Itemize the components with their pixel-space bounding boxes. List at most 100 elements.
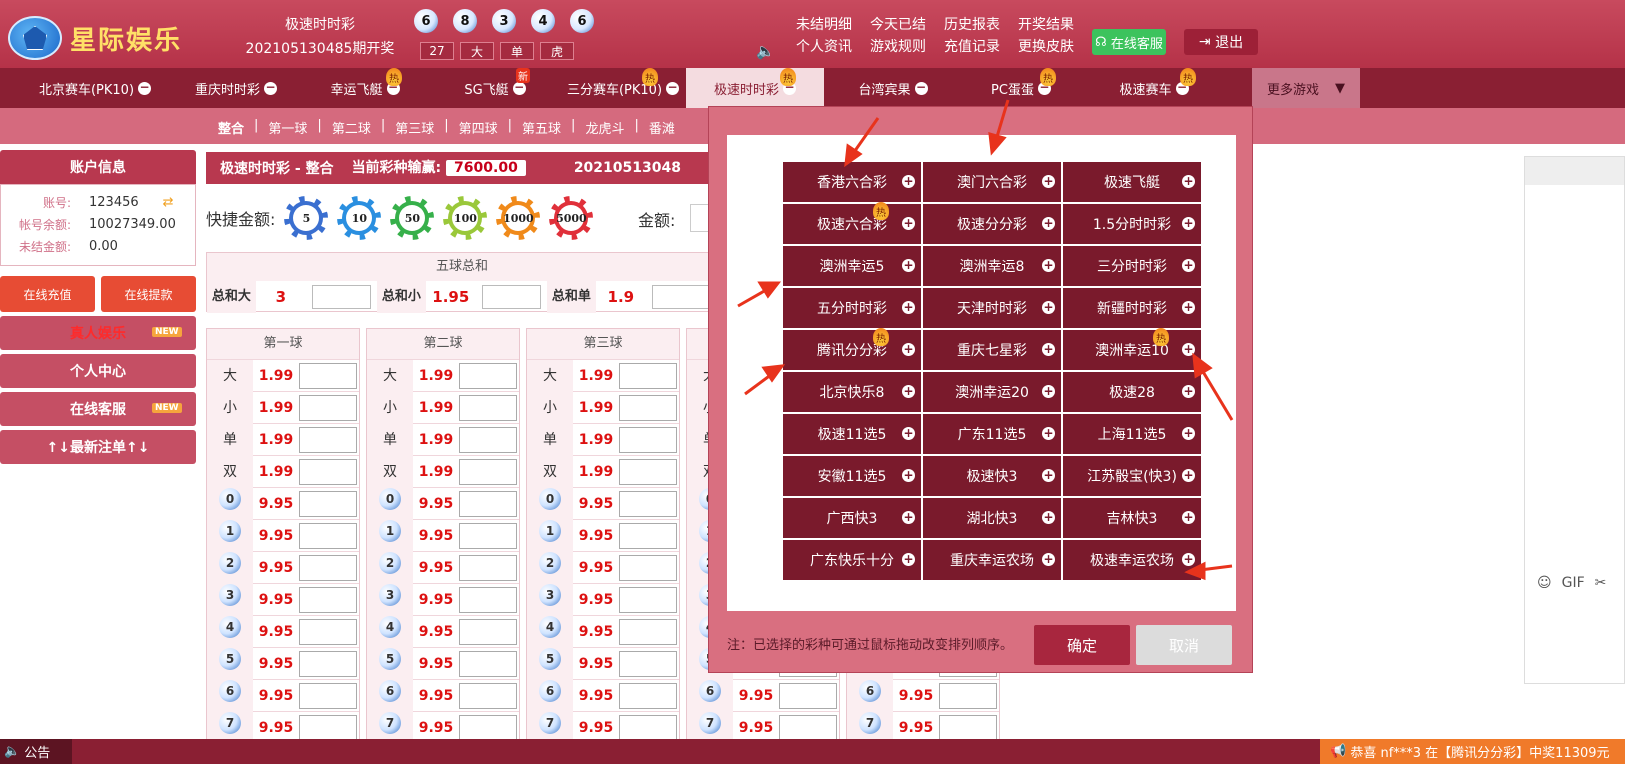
amount-input[interactable] (690, 204, 710, 232)
sub-nav-item[interactable]: 第一球 (268, 118, 307, 137)
sidebar-menu-item[interactable]: 真人娱乐 NEW (0, 316, 196, 350)
plus-circle-icon[interactable]: + (902, 301, 915, 314)
chip-10[interactable]: 10 (337, 196, 382, 240)
game-option[interactable]: 湖北快3 + (923, 498, 1061, 538)
game-option[interactable]: 极速六合彩热 + (783, 202, 921, 244)
bet-input[interactable] (459, 714, 517, 741)
game-option[interactable]: 广西快3 + (783, 498, 921, 538)
game-option[interactable]: 北京快乐8 + (783, 372, 921, 412)
plus-circle-icon[interactable]: + (1182, 427, 1195, 440)
top-link[interactable]: 充值记录 (944, 36, 1000, 56)
top-link[interactable]: 今天已结 (870, 14, 926, 34)
game-option[interactable]: 极速幸运农场 + (1063, 540, 1201, 580)
plus-circle-icon[interactable]: + (902, 469, 915, 482)
plus-circle-icon[interactable]: + (902, 175, 915, 188)
plus-circle-icon[interactable]: + (1182, 511, 1195, 524)
scissors-icon[interactable]: ✂ (1595, 575, 1607, 591)
sum-bet-input[interactable] (481, 285, 541, 309)
game-option[interactable]: 广东快乐十分 + (783, 540, 921, 580)
bet-input[interactable] (299, 458, 357, 485)
recharge-button[interactable]: 在线充值 (0, 276, 95, 312)
plus-circle-icon[interactable]: + (902, 259, 915, 272)
plus-circle-icon[interactable]: + (902, 343, 915, 356)
bet-input[interactable] (299, 362, 357, 389)
top-link[interactable]: 个人资讯 (796, 36, 852, 56)
minus-circle-icon[interactable]: − (264, 81, 277, 95)
bet-input[interactable] (939, 714, 997, 741)
bet-input[interactable] (299, 586, 357, 613)
bet-input[interactable] (459, 458, 517, 485)
plus-circle-icon[interactable]: + (1182, 217, 1195, 230)
game-option[interactable]: 安徽11选5 + (783, 456, 921, 496)
sub-nav-item[interactable]: 第五球 (522, 118, 561, 137)
plus-circle-icon[interactable]: + (902, 511, 915, 524)
bet-input[interactable] (459, 618, 517, 645)
bet-input[interactable] (299, 426, 357, 453)
game-option[interactable]: 极速28 + (1063, 372, 1201, 412)
tab-game[interactable]: 幸运飞艇 − 热 (300, 68, 430, 108)
chip-5[interactable]: 5 (284, 196, 329, 240)
game-option[interactable]: 香港六合彩 + (783, 162, 921, 202)
logo[interactable]: 星际娱乐 (8, 14, 198, 62)
plus-circle-icon[interactable]: + (1042, 427, 1055, 440)
minus-circle-icon[interactable]: − (914, 81, 928, 95)
bet-input[interactable] (779, 714, 837, 741)
sum-bet-input[interactable] (651, 285, 711, 309)
withdraw-button[interactable]: 在线提款 (101, 276, 196, 312)
plus-circle-icon[interactable]: + (1182, 469, 1195, 482)
tab-game[interactable]: 台湾宾果 − (828, 68, 958, 108)
bet-input[interactable] (299, 522, 357, 549)
bet-input[interactable] (459, 522, 517, 549)
tab-game[interactable]: PC蛋蛋 − 热 (958, 68, 1084, 108)
game-option[interactable]: 1.5分时时彩 + (1063, 204, 1201, 244)
sidebar-menu-item[interactable]: ↑↓最新注单↑↓ (0, 430, 196, 464)
plus-circle-icon[interactable]: + (1042, 343, 1055, 356)
bet-input[interactable] (459, 490, 517, 517)
game-option[interactable]: 澳洲幸运8 + (923, 246, 1061, 286)
bet-input[interactable] (299, 682, 357, 709)
gif-button[interactable]: GIF (1562, 575, 1585, 591)
sub-nav-item[interactable]: 龙虎斗 (585, 118, 624, 137)
speaker-icon[interactable]: 🔈 (756, 42, 775, 60)
bet-input[interactable] (939, 682, 997, 709)
chip-50[interactable]: 50 (390, 196, 435, 240)
sub-nav-item[interactable]: 第三球 (395, 118, 434, 137)
plus-circle-icon[interactable]: + (1042, 175, 1055, 188)
plus-circle-icon[interactable]: + (1182, 175, 1195, 188)
plus-circle-icon[interactable]: + (902, 385, 915, 398)
game-option[interactable]: 江苏骰宝(快3) + (1063, 456, 1201, 496)
plus-circle-icon[interactable]: + (1042, 511, 1055, 524)
game-option[interactable]: 极速11选5 + (783, 414, 921, 454)
cancel-button[interactable]: 取消 (1136, 625, 1232, 665)
tab-game[interactable]: 极速时时彩 − 热 (686, 68, 824, 108)
bet-input[interactable] (619, 586, 677, 613)
sub-nav-item[interactable]: 第四球 (459, 118, 498, 137)
top-link[interactable]: 未结明细 (796, 14, 852, 34)
plus-circle-icon[interactable]: + (1042, 259, 1055, 272)
game-option[interactable]: 澳门六合彩 + (923, 162, 1061, 202)
chip-5000[interactable]: 5000 (549, 196, 594, 240)
bet-input[interactable] (299, 650, 357, 677)
plus-circle-icon[interactable]: + (902, 427, 915, 440)
game-option[interactable]: 重庆七星彩 + (923, 330, 1061, 370)
plus-circle-icon[interactable]: + (1042, 469, 1055, 482)
bet-input[interactable] (299, 554, 357, 581)
confirm-button[interactable]: 确定 (1034, 625, 1130, 665)
game-option[interactable]: 极速快3 + (923, 456, 1061, 496)
bet-input[interactable] (619, 522, 677, 549)
bet-input[interactable] (619, 682, 677, 709)
bet-input[interactable] (619, 714, 677, 741)
bet-input[interactable] (619, 554, 677, 581)
plus-circle-icon[interactable]: + (1182, 343, 1195, 356)
game-option[interactable]: 上海11选5 + (1063, 414, 1201, 454)
top-link[interactable]: 历史报表 (944, 14, 1000, 34)
bet-input[interactable] (619, 650, 677, 677)
tab-game[interactable]: 极速赛车 − 热 (1084, 68, 1224, 108)
bet-input[interactable] (779, 682, 837, 709)
bet-input[interactable] (619, 362, 677, 389)
bet-input[interactable] (299, 618, 357, 645)
top-link[interactable]: 游戏规则 (870, 36, 926, 56)
bet-input[interactable] (299, 490, 357, 517)
plus-circle-icon[interactable]: + (1042, 217, 1055, 230)
tab-game[interactable]: 三分赛车(PK10) − 热 (560, 68, 686, 108)
